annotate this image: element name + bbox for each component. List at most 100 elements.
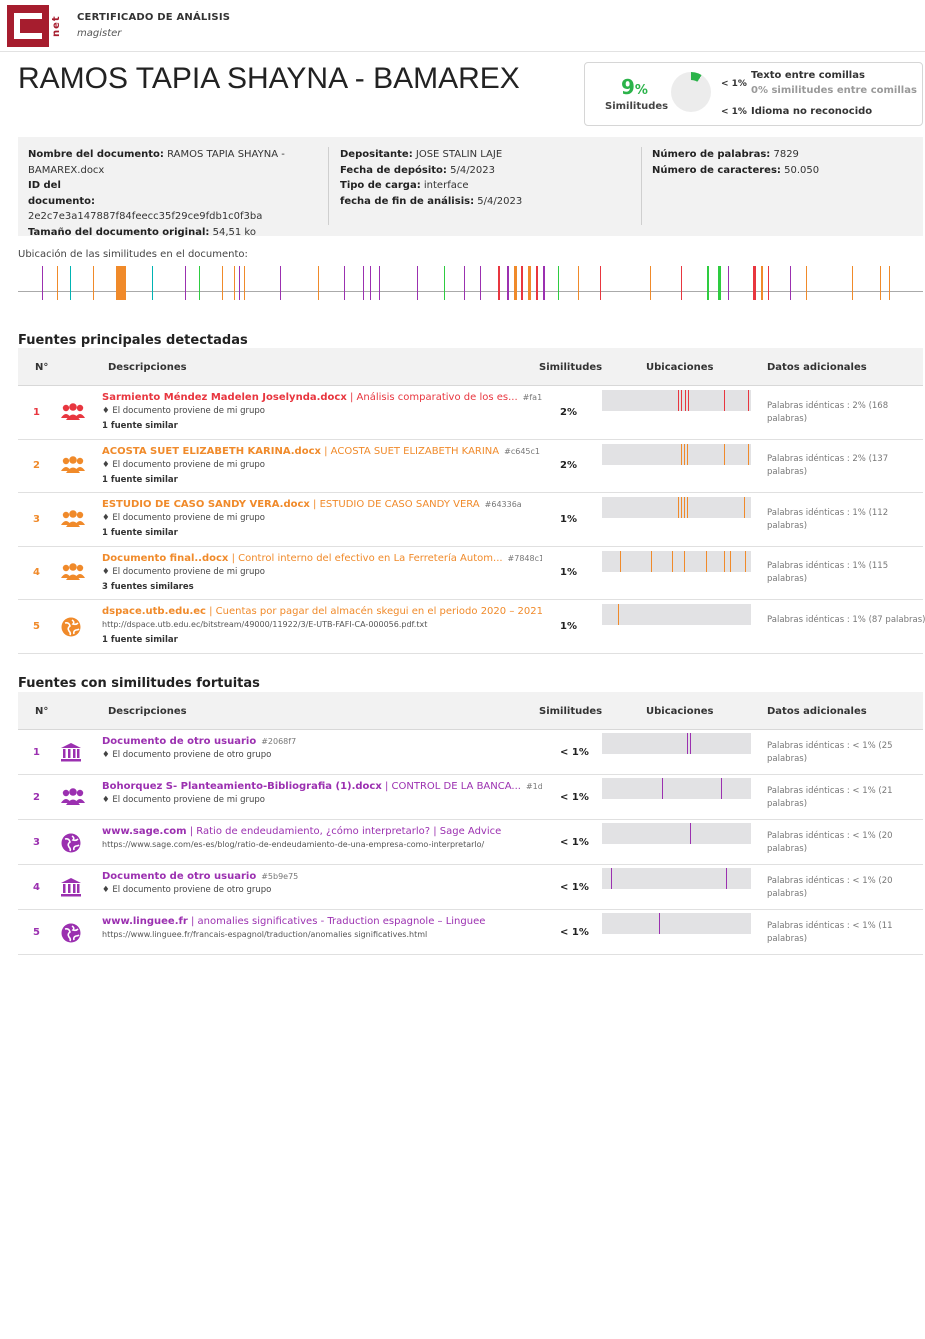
location-mark (578, 266, 580, 300)
source-similarity: < 1% (560, 791, 589, 803)
source-row[interactable]: 2 Bohorquez S- Planteamiento-Bibliografia… (18, 775, 923, 820)
source-extra-data: Palabras idénticas : 1% (87 palabras) (767, 614, 925, 625)
location-mark (185, 266, 187, 300)
source-url[interactable]: https://www.sage.com/es-es/blog/ratio-de… (102, 840, 484, 849)
location-mark (851, 266, 853, 300)
source-origin: ♦ El documento proviene de mi grupo (102, 795, 265, 805)
location-mark (789, 266, 791, 300)
source-row[interactable]: 1 Documento de otro usuario #2068f7 ♦ El do… (18, 730, 923, 775)
source-title[interactable]: Documento de otro usuario #2068f7 (102, 736, 542, 747)
institution-icon (60, 742, 86, 764)
location-mark (151, 266, 153, 300)
source-location-mark (658, 913, 660, 934)
source-location-mark (685, 390, 687, 411)
info-col-counts: Número de palabras: 7829 Número de carac… (652, 149, 820, 176)
source-location-bar (602, 913, 751, 934)
source-title[interactable]: Sarmiento Méndez Madelen Joselynda.docx … (102, 392, 542, 403)
location-mark (362, 266, 364, 300)
location-mark (444, 266, 446, 300)
source-number: 3 (33, 513, 40, 525)
source-row[interactable]: 5 dspace.utb.edu.ec | Cuentas por pagar d… (18, 600, 925, 654)
source-similarity: < 1% (560, 926, 589, 938)
col-sim: Similitudes (539, 706, 603, 717)
source-row[interactable]: 4 Documento final..docx | Control interno… (18, 547, 923, 600)
source-location-mark (724, 443, 726, 465)
source-url[interactable]: http://dspace.utb.edu.ec/bitstream/49000… (102, 620, 427, 629)
source-similar-count: 1 fuente similar (102, 528, 178, 538)
similarity-donut-chart (671, 72, 711, 112)
source-title[interactable]: Documento final..docx | Control interno … (102, 553, 542, 564)
source-similarity: 2% (560, 406, 577, 418)
source-row[interactable]: 3 www.sage.com | Ratio de endeudamiento, … (18, 820, 923, 865)
source-title[interactable]: www.sage.com | Ratio de endeudamiento, ¿… (102, 826, 542, 837)
source-number: 5 (33, 926, 40, 938)
location-mark (234, 266, 236, 300)
source-origin: ♦ El documento proviene de otro grupo (102, 885, 272, 895)
source-number: 4 (33, 881, 40, 893)
similarity-percent: 9% (621, 75, 648, 99)
location-mark (479, 266, 481, 300)
source-location-mark (610, 868, 612, 889)
source-location-mark (688, 390, 690, 411)
source-location-bar (602, 733, 751, 754)
source-location-mark (680, 390, 682, 411)
source-location-mark (651, 550, 653, 572)
source-location-mark (706, 550, 708, 572)
source-location-mark (683, 497, 685, 518)
source-location-mark (683, 550, 685, 572)
source-origin: ♦ El documento proviene de mi grupo (102, 513, 265, 523)
info-separator (641, 147, 642, 225)
location-mark (93, 266, 95, 300)
source-location-mark (721, 778, 723, 799)
source-location-mark (725, 868, 727, 889)
col-extra: Datos adicionales (767, 706, 867, 717)
col-num: N° (35, 706, 49, 717)
location-mark (535, 266, 538, 300)
source-location-mark (724, 390, 726, 411)
source-url[interactable]: https://www.linguee.fr/francais-espagnol… (102, 930, 427, 939)
location-mark (718, 266, 722, 300)
header-bar: net CERTIFICADO DE ANÁLISIS magister (0, 0, 925, 52)
source-similarity: 1% (560, 567, 577, 579)
source-similar-count: 1 fuente similar (102, 421, 178, 431)
source-origin: ♦ El documento proviene de mi grupo (102, 459, 265, 470)
source-location-mark (661, 778, 663, 799)
source-location-mark (677, 390, 679, 411)
source-location-mark (686, 733, 688, 754)
fortuitous-sources-heading: Fuentes con similitudes fortuitas (18, 676, 260, 691)
location-mark (379, 266, 381, 300)
location-mark (506, 266, 509, 300)
location-mark (417, 266, 419, 300)
info-col-deposit: Depositante: JOSE STALIN LAJE Fecha de d… (340, 149, 523, 207)
source-location-bar (602, 443, 751, 465)
source-title[interactable]: ESTUDIO DE CASO SANDY VERA.docx | ESTUDI… (102, 499, 542, 510)
source-row[interactable]: 1 Sarmiento Méndez Madelen Joselynda.docx… (18, 386, 923, 440)
source-location-mark (689, 733, 691, 754)
location-mark (761, 266, 763, 300)
source-title[interactable]: www.linguee.fr | anomalies significative… (102, 916, 542, 927)
source-title[interactable]: Documento de otro usuario #5b9e75 (102, 871, 542, 882)
source-row[interactable]: 3 ESTUDIO DE CASO SANDY VERA.docx | ESTUD… (18, 493, 923, 547)
source-row[interactable]: 2 ACOSTA SUET ELIZABETH KARINA.docx | ACO… (18, 440, 923, 493)
source-title[interactable]: dspace.utb.edu.ec | Cuentas por pagar de… (102, 606, 542, 617)
source-title[interactable]: Bohorquez S- Planteamiento-Bibliografia … (102, 781, 542, 792)
location-mark (279, 266, 281, 300)
location-label: Ubicación de las similitudes en el docum… (18, 249, 248, 260)
location-mark (199, 266, 200, 300)
source-similar-count: 1 fuente similar (102, 474, 178, 485)
source-location-mark (618, 604, 620, 625)
source-similarity: < 1% (560, 746, 589, 758)
source-row[interactable]: 4 Documento de otro usuario #5b9e75 ♦ El do… (18, 865, 923, 910)
info-col-document: Nombre del documento: RAMOS TAPIA SHAYNA… (28, 149, 285, 238)
location-mark (558, 266, 560, 300)
institution-icon (60, 877, 86, 899)
col-sim: Similitudes (539, 362, 603, 373)
location-mark (115, 266, 126, 300)
logo-net-text: net (51, 15, 62, 37)
location-mark (752, 266, 756, 300)
source-extra-data: Palabras idénticas : < 1% (11 palabras) (767, 920, 893, 944)
source-location-bar (602, 823, 751, 844)
source-number: 5 (33, 620, 40, 632)
source-row[interactable]: 5 www.linguee.fr | anomalies significativ… (18, 910, 923, 955)
source-title[interactable]: ACOSTA SUET ELIZABETH KARINA.docx | ACOS… (102, 446, 542, 457)
